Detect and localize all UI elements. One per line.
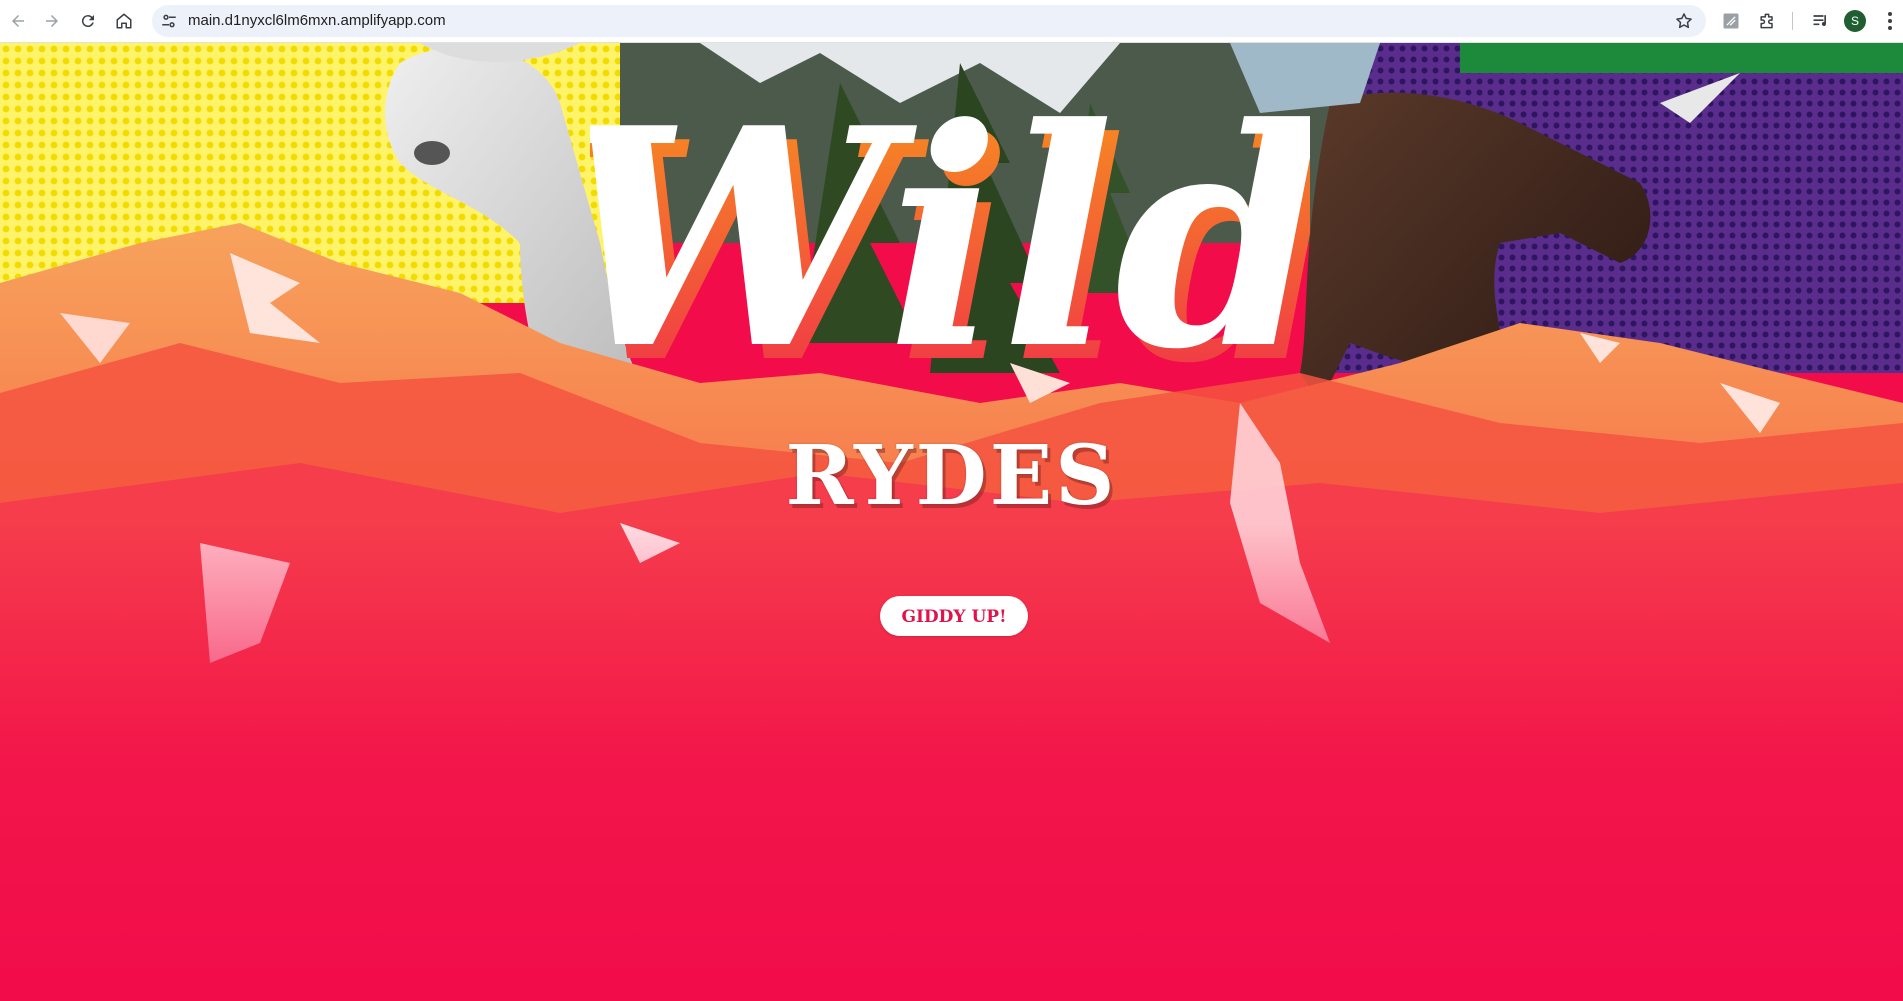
back-button[interactable]	[5, 8, 31, 34]
forward-button[interactable]	[39, 8, 65, 34]
arrow-left-icon	[12, 15, 24, 27]
media-queue-icon	[1813, 15, 1827, 27]
star-icon[interactable]	[1674, 11, 1694, 31]
puzzle-alt-icon	[1723, 13, 1739, 29]
tune-icon[interactable]	[160, 12, 178, 30]
logo-script-text: Wild	[590, 68, 1310, 415]
logo-wordmark: RYDES	[785, 428, 1118, 524]
home-icon	[116, 13, 132, 29]
media-button[interactable]	[1810, 10, 1832, 32]
url-text[interactable]: main.d1nyxcl6lm6mxn.amplifyapp.com	[188, 12, 446, 30]
profile-avatar[interactable]: S	[1844, 10, 1866, 32]
wild-script-logo: Wild Wild	[590, 68, 1310, 428]
giddy-up-button[interactable]: GIDDY UP!	[880, 596, 1028, 636]
kebab-menu-icon[interactable]	[1884, 10, 1896, 32]
address-bar[interactable]: main.d1nyxcl6lm6mxn.amplifyapp.com	[152, 5, 1706, 37]
puzzle-icon	[1760, 13, 1773, 29]
extensions-button[interactable]	[1756, 10, 1778, 32]
extension-button[interactable]	[1720, 10, 1742, 32]
toolbar-divider	[1792, 12, 1793, 30]
hero-section: Wild Wild RYDES GIDDY UP!	[0, 43, 1903, 1001]
reload-button[interactable]	[75, 8, 101, 34]
reload-icon	[81, 15, 94, 28]
browser-toolbar: main.d1nyxcl6lm6mxn.amplifyapp.com S	[0, 0, 1903, 43]
arrow-right-icon	[46, 15, 58, 27]
home-button[interactable]	[111, 8, 137, 34]
